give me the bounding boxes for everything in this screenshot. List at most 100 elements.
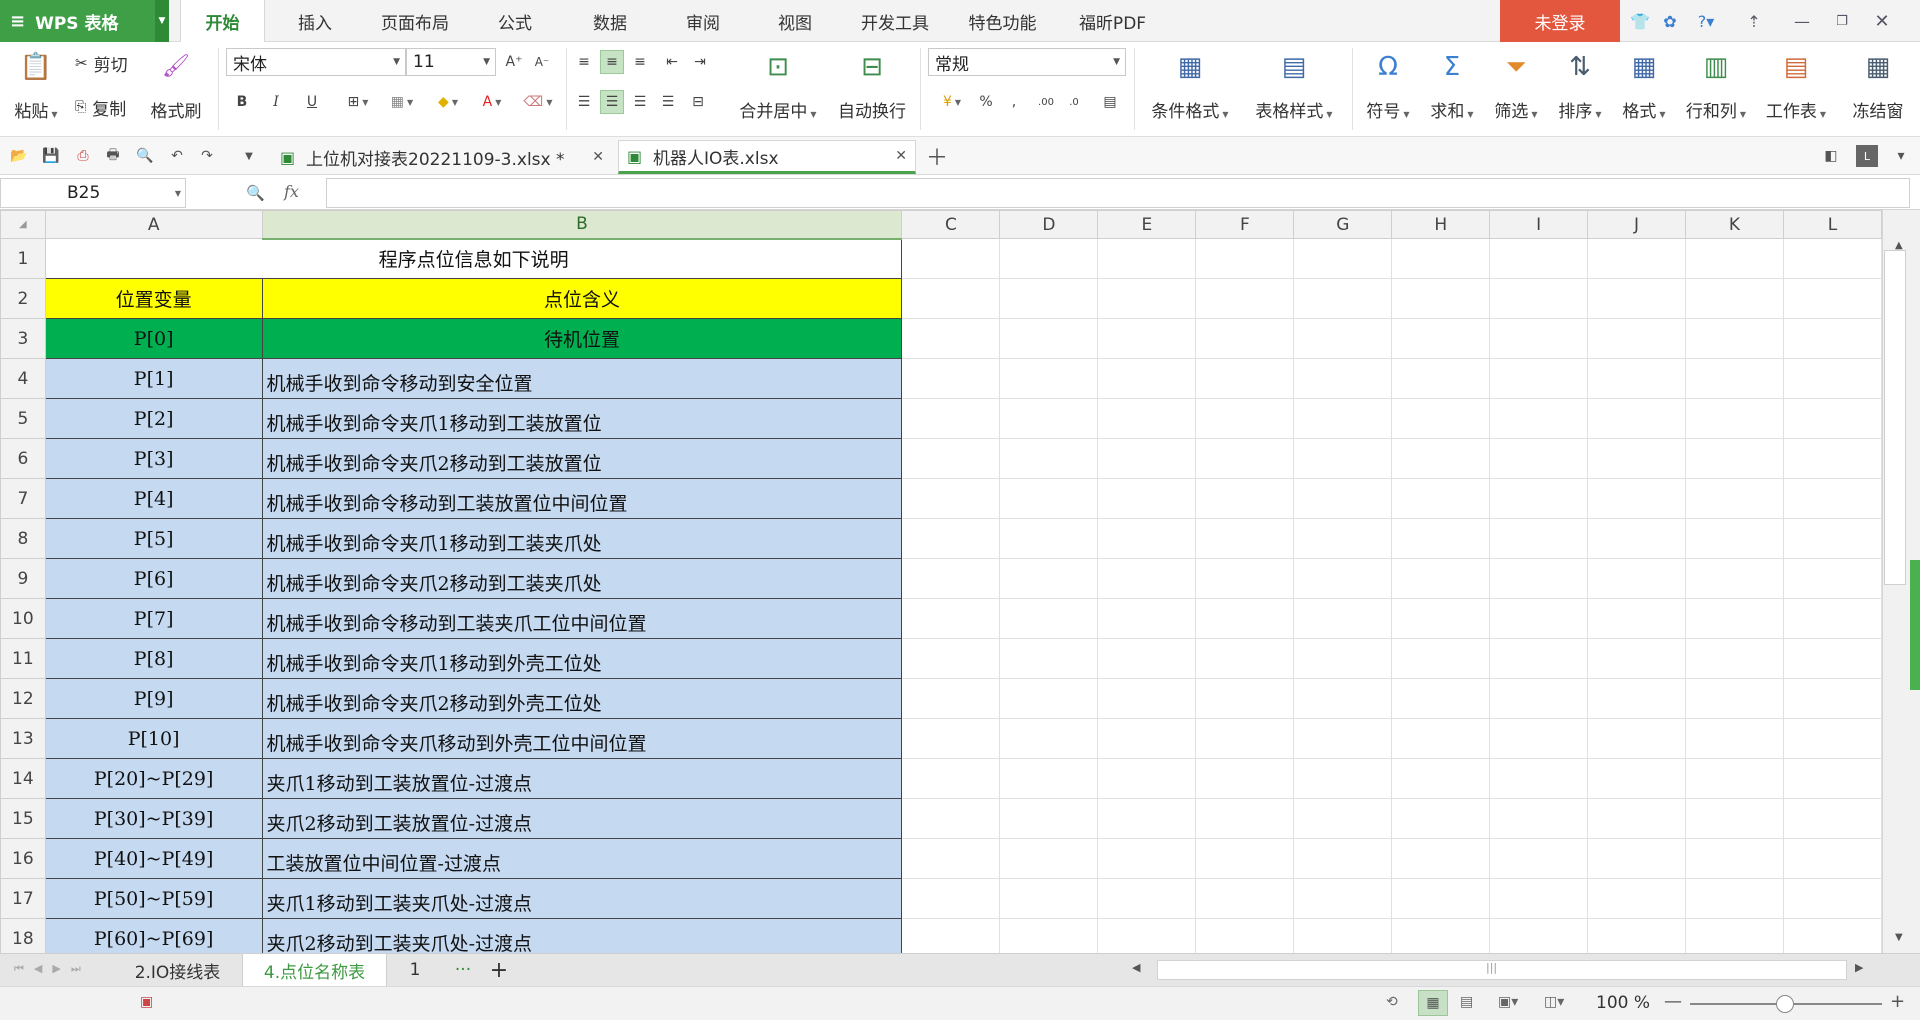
- align-right-icon[interactable]: ☰: [628, 90, 652, 114]
- empty-cell[interactable]: [1782, 638, 1882, 679]
- empty-cell[interactable]: [1391, 758, 1491, 799]
- column-header[interactable]: K: [1685, 210, 1784, 239]
- scroll-left-icon[interactable]: ◀: [1132, 961, 1140, 974]
- indent-decrease-icon[interactable]: ⇤: [660, 50, 684, 74]
- empty-cell[interactable]: [1097, 518, 1197, 559]
- empty-cell[interactable]: [1293, 398, 1393, 439]
- empty-cell[interactable]: [1587, 478, 1686, 519]
- position-var-cell[interactable]: P[30]~P[39]: [44, 798, 263, 839]
- empty-cell[interactable]: [1195, 238, 1295, 279]
- empty-cell[interactable]: [1195, 798, 1295, 839]
- empty-cell[interactable]: [1685, 838, 1784, 879]
- empty-cell[interactable]: [1097, 638, 1197, 679]
- wrap-text-button[interactable]: ⊟ 自动换行: [828, 42, 916, 137]
- position-desc-cell[interactable]: 机械手收到命令夹爪2移动到外壳工位处: [261, 678, 903, 719]
- header-cell-meaning[interactable]: 点位含义: [261, 278, 903, 319]
- empty-cell[interactable]: [1293, 878, 1393, 919]
- empty-cell[interactable]: [1782, 678, 1882, 719]
- copy-button[interactable]: ⎘ 复制: [75, 94, 126, 120]
- empty-cell[interactable]: [1685, 478, 1784, 519]
- empty-cell[interactable]: [1097, 438, 1197, 479]
- empty-cell[interactable]: [1391, 478, 1491, 519]
- distributed-icon[interactable]: ⊟: [686, 90, 710, 114]
- empty-cell[interactable]: [1587, 438, 1686, 479]
- empty-cell[interactable]: [1293, 758, 1393, 799]
- empty-cell[interactable]: [999, 278, 1099, 319]
- empty-cell[interactable]: [1293, 798, 1393, 839]
- empty-cell[interactable]: [1097, 758, 1197, 799]
- column-header[interactable]: G: [1293, 210, 1393, 239]
- zoom-out-icon[interactable]: —: [1664, 991, 1682, 1012]
- fill-color-icon[interactable]: ◆ ▼: [428, 90, 468, 114]
- empty-cell[interactable]: [901, 678, 1001, 719]
- page-layout-view-icon[interactable]: ▣▾: [1498, 994, 1518, 1010]
- decimal-increase-icon[interactable]: .00: [1034, 90, 1058, 114]
- empty-cell[interactable]: [1685, 238, 1784, 279]
- app-logo-button[interactable]: ≡ WPS 表格: [0, 0, 155, 42]
- symbol-button[interactable]: Ω 符号 ▼: [1358, 42, 1418, 137]
- empty-cell[interactable]: [1293, 518, 1393, 559]
- redo-icon[interactable]: ↷: [196, 145, 218, 167]
- empty-cell[interactable]: [1489, 478, 1589, 519]
- column-header[interactable]: H: [1391, 210, 1491, 239]
- empty-cell[interactable]: [1293, 238, 1393, 279]
- empty-cell[interactable]: [901, 478, 1001, 519]
- decimal-decrease-icon[interactable]: .0: [1062, 90, 1086, 114]
- empty-cell[interactable]: [1293, 678, 1393, 719]
- empty-cell[interactable]: [1782, 918, 1882, 953]
- empty-cell[interactable]: [1195, 638, 1295, 679]
- font-color-icon[interactable]: A ▼: [472, 90, 512, 114]
- empty-cell[interactable]: [1489, 758, 1589, 799]
- position-var-cell[interactable]: P[10]: [44, 718, 263, 759]
- empty-cell[interactable]: [1489, 398, 1589, 439]
- empty-cell[interactable]: [1195, 398, 1295, 439]
- position-var-cell[interactable]: P[2]: [44, 398, 263, 439]
- sheet-tab[interactable]: 1: [390, 954, 440, 986]
- column-header[interactable]: F: [1195, 210, 1295, 239]
- empty-cell[interactable]: [901, 798, 1001, 839]
- history-icon[interactable]: ⟲: [1386, 994, 1398, 1010]
- login-button[interactable]: 未登录: [1500, 0, 1620, 42]
- share-icon[interactable]: ✿: [1658, 0, 1682, 42]
- empty-cell[interactable]: [1293, 838, 1393, 879]
- empty-cell[interactable]: [901, 238, 1001, 279]
- thousands-icon[interactable]: ,: [1002, 90, 1026, 114]
- tab-formulas[interactable]: 公式: [480, 0, 550, 42]
- align-center-icon[interactable]: ☰: [600, 90, 624, 114]
- maximize-icon[interactable]: ❐: [1830, 0, 1854, 42]
- fx-icon[interactable]: fx: [284, 182, 299, 201]
- doc-tab-2[interactable]: ▣ 机器人IO表.xlsx ✕: [618, 140, 916, 174]
- empty-cell[interactable]: [1097, 918, 1197, 953]
- name-box[interactable]: B25 ▼: [0, 178, 186, 208]
- empty-cell[interactable]: [1195, 678, 1295, 719]
- empty-cell[interactable]: [1489, 318, 1589, 359]
- empty-cell[interactable]: [1685, 358, 1784, 399]
- select-all-corner[interactable]: ◢: [0, 210, 46, 239]
- empty-cell[interactable]: [901, 438, 1001, 479]
- empty-cell[interactable]: [1587, 638, 1686, 679]
- empty-cell[interactable]: [901, 558, 1001, 599]
- empty-cell[interactable]: [1782, 398, 1882, 439]
- empty-cell[interactable]: [999, 918, 1099, 953]
- chevron-down-icon[interactable]: ▼: [238, 145, 260, 167]
- empty-cell[interactable]: [1195, 838, 1295, 879]
- position-var-cell[interactable]: P[5]: [44, 518, 263, 559]
- empty-cell[interactable]: [1391, 518, 1491, 559]
- position-var-cell[interactable]: P[9]: [44, 678, 263, 719]
- position-var-cell[interactable]: P[7]: [44, 598, 263, 639]
- clear-format-icon[interactable]: ⌫ ▼: [518, 90, 558, 114]
- position-var-cell[interactable]: P[1]: [44, 358, 263, 399]
- column-header[interactable]: J: [1587, 210, 1686, 239]
- conditional-format-button[interactable]: ▦ 条件格式 ▼: [1140, 42, 1240, 137]
- zoom-in-icon[interactable]: +: [1890, 991, 1905, 1012]
- position-var-cell[interactable]: P[3]: [44, 438, 263, 479]
- row-header[interactable]: 13: [0, 718, 46, 759]
- position-desc-cell[interactable]: 夹爪2移动到工装放置位-过渡点: [261, 798, 903, 839]
- row-header[interactable]: 7: [0, 478, 46, 519]
- pin-icon[interactable]: ◧: [1820, 145, 1842, 167]
- empty-cell[interactable]: [1782, 718, 1882, 759]
- empty-cell[interactable]: [901, 878, 1001, 919]
- position-desc-cell[interactable]: 夹爪1移动到工装夹爪处-过渡点: [261, 878, 903, 919]
- table-style-button[interactable]: ▤ 表格样式 ▼: [1244, 42, 1344, 137]
- row-header[interactable]: 10: [0, 598, 46, 639]
